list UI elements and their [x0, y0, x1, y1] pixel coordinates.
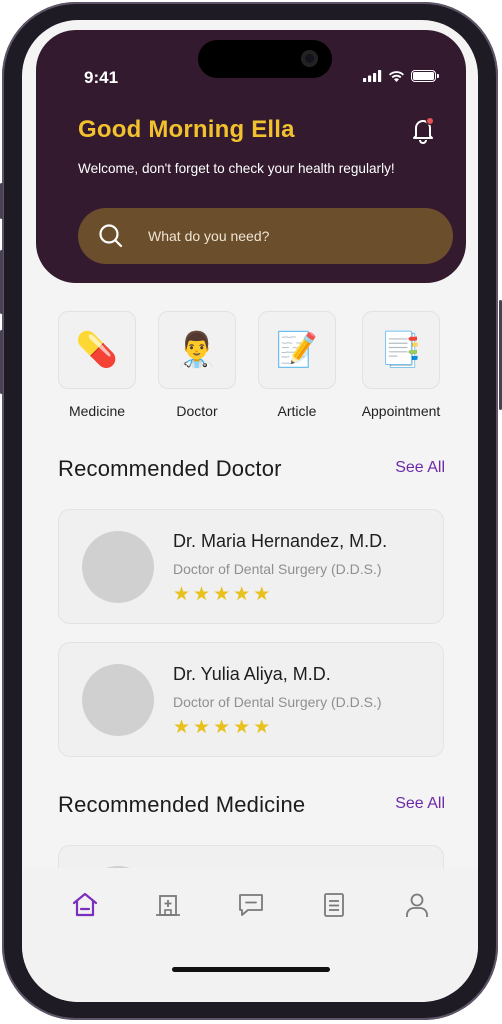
see-all-medicine-link[interactable]: See All: [395, 795, 445, 813]
star-icon: ★: [193, 717, 211, 738]
volume-down-button: [0, 330, 3, 394]
see-all-doctor-link[interactable]: See All: [395, 459, 445, 477]
rating-stars: ★ ★ ★ ★ ★: [173, 585, 270, 605]
category-label: Appointment: [361, 403, 441, 419]
header: 9:41 Good Morning Ella Welcome, don't fo…: [36, 30, 466, 283]
category-label: Article: [277, 403, 317, 419]
mute-switch: [0, 183, 3, 219]
hospital-icon[interactable]: [153, 890, 183, 920]
avatar: [82, 664, 154, 736]
category-medicine[interactable]: 💊 Medicine: [58, 311, 136, 419]
star-icon: ★: [233, 717, 251, 738]
search-bar[interactable]: [78, 208, 453, 264]
volume-up-button: [0, 250, 3, 314]
home-indicator[interactable]: [172, 967, 330, 972]
star-icon: ★: [233, 584, 251, 605]
home-icon[interactable]: [70, 890, 100, 920]
star-icon: ★: [193, 584, 211, 605]
star-icon: ★: [213, 584, 231, 605]
bottom-nav: [22, 868, 478, 1002]
search-input[interactable]: [146, 227, 410, 245]
chat-icon[interactable]: [236, 890, 266, 920]
status-icons: [363, 68, 439, 84]
dynamic-island: [198, 40, 332, 78]
memo-icon: 📝: [258, 311, 336, 389]
doctor-name: Dr. Maria Hernandez, M.D.: [173, 531, 388, 551]
rating-stars: ★ ★ ★ ★ ★: [173, 718, 270, 738]
star-icon: ★: [213, 717, 231, 738]
signal-icon: [363, 70, 382, 82]
search-icon: [99, 224, 123, 248]
status-time: 9:41: [84, 68, 119, 87]
calendar-icon: 📑: [362, 311, 440, 389]
doctor-specialty: Doctor of Dental Surgery (D.D.S.): [173, 561, 382, 577]
star-icon: ★: [253, 717, 271, 738]
doctor-card[interactable]: Dr. Yulia Aliya, M.D. Doctor of Dental S…: [58, 642, 444, 757]
doctor-specialty: Doctor of Dental Surgery (D.D.S.): [173, 694, 382, 710]
category-row: 💊 Medicine 👨‍⚕️ Doctor 📝 Article 📑 Appoi…: [58, 311, 450, 421]
star-icon: ★: [253, 584, 271, 605]
category-appointment[interactable]: 📑 Appointment: [362, 311, 440, 419]
doctor-name: Dr. Yulia Aliya, M.D.: [173, 664, 331, 684]
greeting-title: Good Morning Ella: [78, 116, 295, 143]
welcome-text: Welcome, don't forget to check your heal…: [78, 161, 395, 176]
wifi-icon: [389, 71, 404, 82]
screen: 9:41 Good Morning Ella Welcome, don't fo…: [22, 20, 478, 1002]
pill-icon: 💊: [58, 311, 136, 389]
avatar: [82, 531, 154, 603]
profile-icon[interactable]: [402, 890, 432, 920]
star-icon: ★: [173, 584, 191, 605]
category-article[interactable]: 📝 Article: [258, 311, 336, 419]
doctor-icon: 👨‍⚕️: [158, 311, 236, 389]
camera-icon: [301, 50, 318, 67]
category-doctor[interactable]: 👨‍⚕️ Doctor: [158, 311, 236, 419]
bell-icon[interactable]: [410, 116, 436, 144]
star-icon: ★: [173, 717, 191, 738]
document-icon[interactable]: [319, 890, 349, 920]
doctor-card[interactable]: Dr. Maria Hernandez, M.D. Doctor of Dent…: [58, 509, 444, 624]
battery-icon: [411, 70, 439, 82]
section-title-medicine: Recommended Medicine: [58, 792, 306, 817]
section-title-doctor: Recommended Doctor: [58, 456, 282, 481]
